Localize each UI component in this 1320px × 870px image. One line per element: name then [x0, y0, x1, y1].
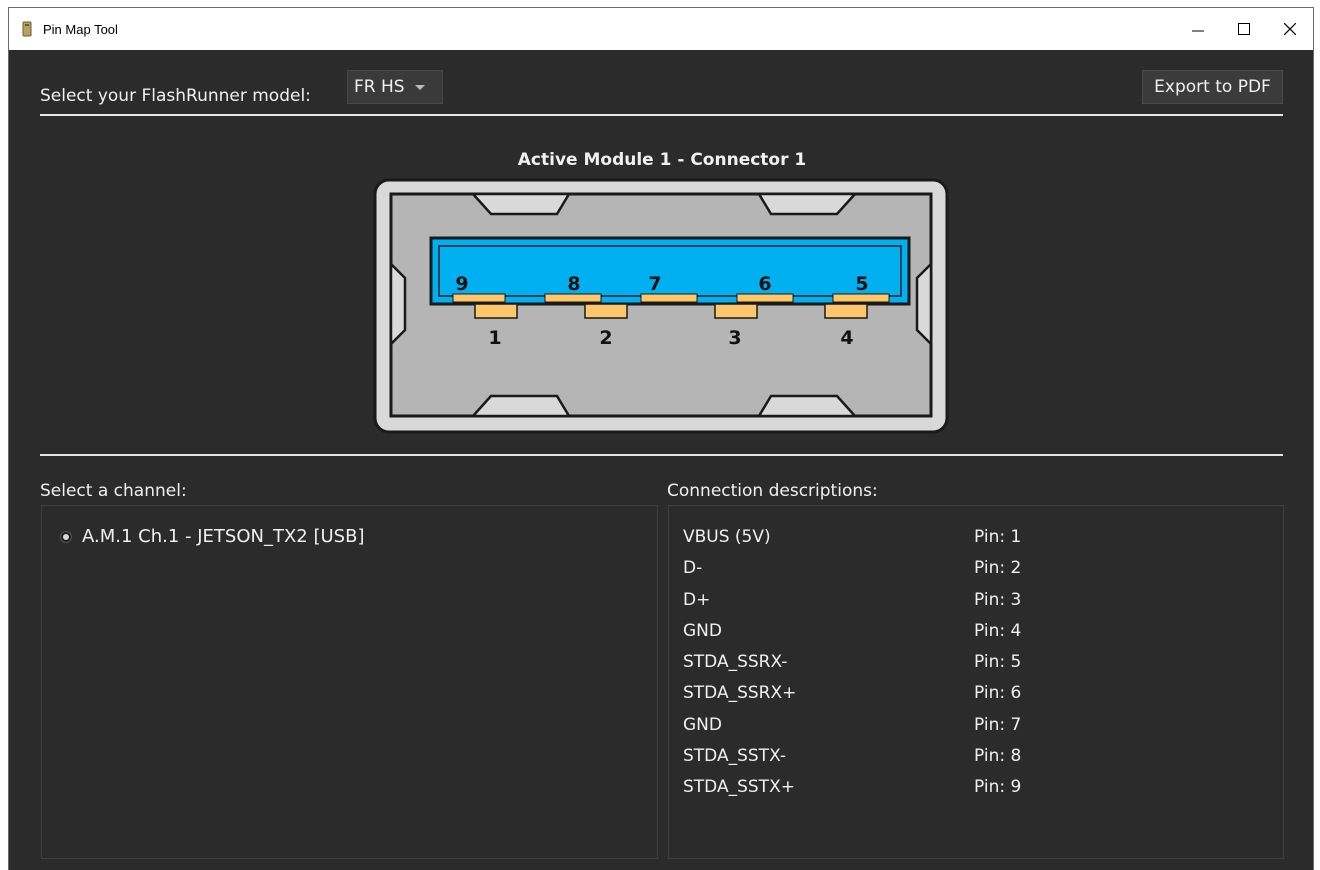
divider-top: [40, 114, 1283, 116]
export-pdf-label: Export to PDF: [1154, 77, 1271, 97]
model-select-label: Select your FlashRunner model:: [40, 86, 311, 106]
pin-label: Pin: 9: [974, 777, 1022, 798]
contact-pin-4: [824, 303, 868, 319]
main-content: Select your FlashRunner model: FR HS Exp…: [9, 50, 1313, 870]
list-item: STDA_SSTX- Pin: 8: [683, 741, 1021, 772]
descriptions-panel: VBUS (5V) Pin: 1 D- Pin: 2 D+ Pin: 3 GND Pin…: [668, 505, 1284, 859]
pin-label: Pin: 5: [974, 652, 1022, 673]
contact-pin-7: [640, 293, 698, 303]
list-item: D- Pin: 2: [683, 553, 1021, 584]
minimize-button[interactable]: [1175, 8, 1221, 50]
signal-name: GND: [683, 620, 722, 641]
channel-radio[interactable]: [60, 530, 72, 543]
pin-number-2: 2: [599, 327, 612, 349]
usb-connector-diagram: 9 8 7 6 5 1 2 3 4: [373, 178, 949, 434]
radio-selected-dot: [63, 533, 69, 540]
list-item: STDA_SSRX+ Pin: 6: [683, 678, 1021, 709]
close-icon: [1284, 23, 1296, 35]
pin-number-5: 5: [855, 273, 868, 295]
signal-name: D-: [683, 558, 703, 579]
pin-number-1: 1: [488, 327, 501, 349]
pin-label: Pin: 6: [974, 683, 1022, 704]
title-bar[interactable]: Pin Map Tool: [9, 8, 1313, 50]
model-select-dropdown[interactable]: FR HS: [347, 70, 443, 104]
channel-option-label: A.M.1 Ch.1 - JETSON_TX2 [USB]: [82, 526, 365, 547]
pin-number-4: 4: [840, 327, 853, 349]
signal-name: GND: [683, 714, 722, 735]
descriptions-section-label: Connection descriptions:: [667, 481, 878, 501]
app-window: Pin Map Tool Select your FlashRunner mod…: [8, 7, 1314, 870]
list-item: D+ Pin: 3: [683, 585, 1021, 616]
channel-option[interactable]: A.M.1 Ch.1 - JETSON_TX2 [USB]: [60, 526, 364, 547]
list-item: STDA_SSTX+ Pin: 9: [683, 772, 1021, 803]
minimize-icon: [1192, 30, 1204, 32]
pin-label: Pin: 3: [974, 589, 1022, 610]
pin-label: Pin: 1: [974, 527, 1022, 547]
latch-top-right: [756, 192, 858, 216]
list-item: GND Pin: 7: [683, 710, 1021, 741]
signal-name: D+: [683, 589, 711, 610]
latch-right: [915, 260, 933, 348]
pin-number-8: 8: [567, 273, 580, 295]
divider-middle: [40, 454, 1283, 456]
pin-number-6: 6: [758, 273, 771, 295]
maximize-button[interactable]: [1221, 8, 1267, 50]
latch-left: [389, 260, 407, 348]
contact-pin-9: [452, 293, 506, 303]
pin-label: Pin: 2: [974, 558, 1022, 579]
connector-title: Active Module 1 - Connector 1: [517, 150, 807, 170]
pin-number-9: 9: [455, 273, 468, 295]
contact-pin-1: [474, 303, 518, 319]
latch-top-left: [470, 192, 572, 216]
close-button[interactable]: [1267, 8, 1313, 50]
contact-pin-3: [714, 303, 758, 319]
pin-label: Pin: 4: [974, 620, 1022, 641]
contact-pin-2: [584, 303, 628, 319]
contact-pin-5: [832, 293, 890, 303]
chevron-down-icon: [414, 84, 425, 90]
signal-name: STDA_SSRX+: [683, 683, 797, 704]
contact-pin-8: [544, 293, 602, 303]
signal-name: STDA_SSTX-: [683, 746, 786, 767]
pin-number-3: 3: [728, 327, 741, 349]
export-pdf-button[interactable]: Export to PDF: [1142, 70, 1283, 104]
list-item: GND Pin: 4: [683, 616, 1021, 647]
window-title: Pin Map Tool: [43, 21, 118, 37]
latch-bottom-left: [470, 394, 572, 418]
list-item: VBUS (5V) Pin: 1: [683, 522, 1021, 553]
maximize-icon: [1238, 23, 1250, 35]
app-icon: [22, 21, 32, 37]
pin-number-7: 7: [648, 273, 661, 295]
descriptions-list: VBUS (5V) Pin: 1 D- Pin: 2 D+ Pin: 3 GND Pin…: [683, 522, 1021, 804]
signal-name: STDA_SSTX+: [683, 777, 795, 798]
latch-bottom-right: [756, 394, 858, 418]
pin-label: Pin: 7: [974, 714, 1022, 735]
list-item: STDA_SSRX- Pin: 5: [683, 647, 1021, 678]
pin-label: Pin: 8: [974, 746, 1022, 767]
contact-pin-6: [736, 293, 794, 303]
model-select-value: FR HS: [354, 77, 405, 97]
channel-section-label: Select a channel:: [40, 481, 187, 501]
channel-list-panel: A.M.1 Ch.1 - JETSON_TX2 [USB]: [41, 505, 658, 859]
signal-name: VBUS (5V): [683, 527, 771, 547]
signal-name: STDA_SSRX-: [683, 652, 788, 673]
